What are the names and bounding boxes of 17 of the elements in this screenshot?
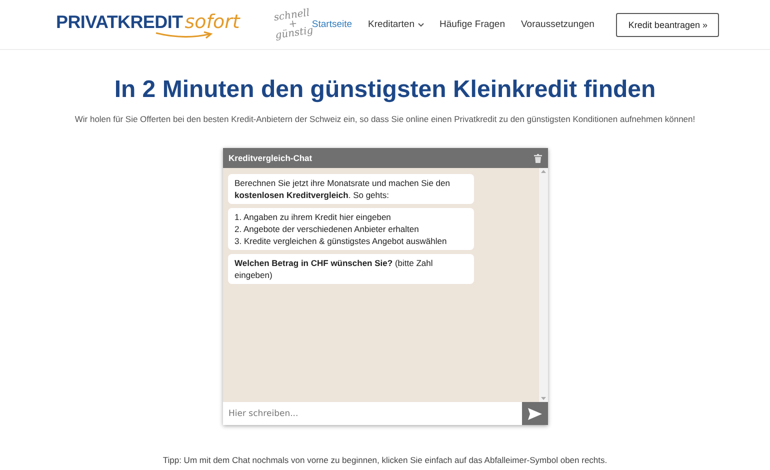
nav-link[interactable]: Kreditarten: [368, 19, 424, 30]
nav-link[interactable]: Startseite: [312, 19, 352, 30]
message-line: Welchen Betrag in CHF wünschen Sie? (bitte Zahl eingeben): [234, 257, 434, 281]
message-line: 3. Kredite vergleichen & günstigstes Angebot auswählen: [234, 235, 448, 247]
nav-link[interactable]: Häufige Fragen: [440, 19, 505, 30]
logo-brand: PRIVATKREDIT: [56, 12, 183, 32]
message-line: 2. Angebote der verschiedenen Anbieter erhalten: [234, 223, 420, 235]
message-line: 1. Angaben zu ihrem Kredit hier eingeben: [234, 211, 392, 223]
message-input[interactable]: Hier schreiben...: [222, 402, 522, 425]
logo-accent: sofort: [184, 10, 240, 32]
message-line: Berechnen Sie jetzt ihre Monatsrate und machen Sie den kostenlosen Kreditvergleich. So gehts:: [234, 177, 451, 201]
nav-link[interactable]: Voraussetzungen: [521, 19, 594, 30]
headline: In 2 Minuten den günstigsten Kleinkredit finden: [114, 76, 656, 104]
chat-title: Kreditvergleich-Chat: [228, 153, 312, 163]
apply-button[interactable]: Kredit beantragen »: [616, 12, 720, 36]
tip-text: Tipp: Um mit dem Chat nochmals von vorne zu beginnen, klicken Sie einfach auf das Abfalleimer-Symbol oben rechts.: [162, 455, 608, 465]
intro-text: Wir holen für Sie Offerten bei den besten Kredit-Anbietern der Schweiz ein, so dass Sie online einen Privatkredit zu den günstigsten Konditionen aufnehmen können!: [74, 114, 696, 124]
